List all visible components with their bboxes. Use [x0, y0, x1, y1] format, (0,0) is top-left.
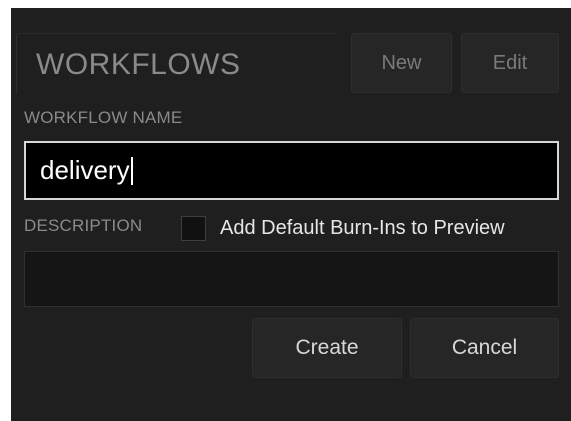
workflow-name-input[interactable]: delivery: [24, 141, 559, 200]
burnins-checkbox[interactable]: [181, 216, 206, 241]
workflow-name-value: delivery: [40, 155, 130, 185]
burnins-checkbox-label[interactable]: Add Default Burn-Ins to Preview: [220, 214, 505, 242]
workflow-name-label: WORKFLOW NAME: [24, 108, 183, 127]
panel-title: WORKFLOWS: [36, 48, 241, 81]
description-input[interactable]: [24, 251, 559, 307]
text-caret: [130, 156, 133, 185]
description-label: DESCRIPTION: [24, 216, 143, 235]
create-button[interactable]: Create: [252, 318, 402, 378]
edit-button[interactable]: Edit: [461, 33, 559, 93]
cancel-button[interactable]: Cancel: [410, 318, 559, 378]
new-button[interactable]: New: [351, 33, 452, 93]
